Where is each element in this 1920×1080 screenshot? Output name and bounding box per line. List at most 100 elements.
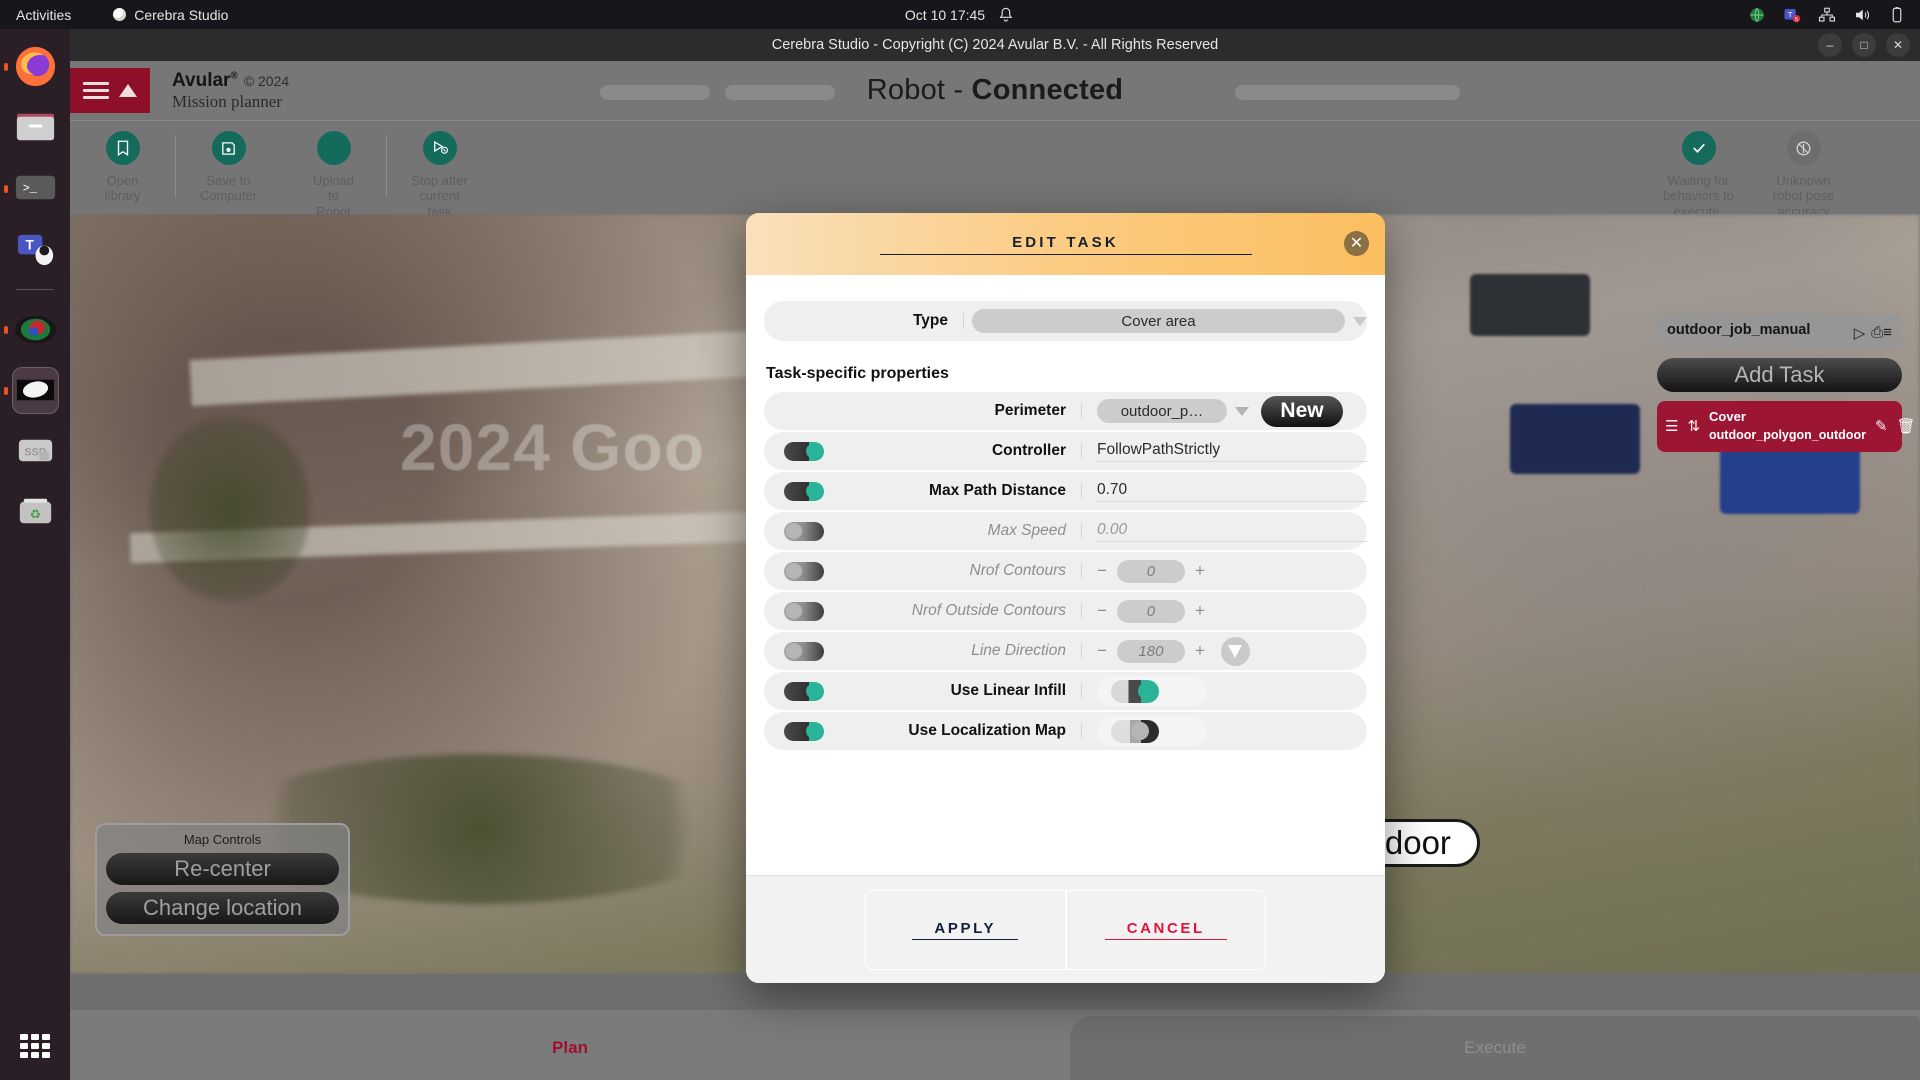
perimeter-select[interactable]: outdoor_p… <box>1097 399 1227 423</box>
decrement-button[interactable]: − <box>1097 641 1107 661</box>
battery-icon[interactable] <box>1888 6 1906 24</box>
task-specific-properties-heading: Task-specific properties <box>766 365 949 382</box>
firefox-icon <box>15 46 55 87</box>
row-perimeter: Perimeter outdoor_p… New <box>764 392 1367 430</box>
decrement-button[interactable]: − <box>1097 601 1107 621</box>
ssd-drive-icon: SSD <box>18 439 52 462</box>
max-speed-value-cell: 0.00 <box>1082 521 1367 542</box>
svg-text:T: T <box>1788 9 1793 18</box>
dock-item-media-player[interactable] <box>3 367 59 414</box>
max-path-distance-enable-toggle[interactable] <box>784 481 824 501</box>
volume-icon[interactable] <box>1853 6 1871 24</box>
ubuntu-dock: >_ T SSD ♻ <box>0 29 70 1080</box>
svg-text:T: T <box>25 238 34 253</box>
dialog-footer: APPLY CANCEL <box>746 875 1385 983</box>
nrof-contours-value[interactable]: 0 <box>1116 559 1185 583</box>
increment-button[interactable]: + <box>1195 561 1205 581</box>
chevron-down-icon[interactable] <box>1353 316 1367 326</box>
max-path-distance-toggle-cell <box>764 481 844 501</box>
line-direction-label: Line Direction <box>844 643 1082 659</box>
trash-icon: ♻ <box>19 498 51 524</box>
nrof-contours-label: Nrof Contours <box>844 563 1082 579</box>
running-indicator-icon <box>3 325 8 334</box>
line-direction-value-cell: − 180 + <box>1082 636 1367 666</box>
line-direction-enable-toggle[interactable] <box>784 641 824 661</box>
nrof-outside-contours-enable-toggle[interactable] <box>784 601 824 621</box>
system-tray[interactable]: T 5 <box>1748 6 1906 24</box>
grid-dot <box>31 1052 39 1058</box>
clock-area[interactable]: Oct 10 17:45 <box>905 6 1015 24</box>
use-linear-infill-label: Use Linear Infill <box>844 683 1082 699</box>
grid-dot <box>42 1043 50 1049</box>
increment-button[interactable]: + <box>1195 601 1205 621</box>
file-manager-icon <box>16 113 54 141</box>
grid-dot <box>31 1043 39 1049</box>
type-select[interactable]: Cover area <box>972 309 1345 333</box>
activities-button[interactable]: Activities <box>16 7 71 23</box>
use-localization-map-value-cell <box>1082 716 1367 746</box>
running-indicator-icon <box>3 62 8 71</box>
close-icon[interactable]: ✕ <box>1344 231 1369 256</box>
chevron-down-icon[interactable] <box>1235 406 1249 416</box>
controller-label: Controller <box>844 443 1082 459</box>
show-applications-button[interactable] <box>20 1034 50 1058</box>
nrof-outside-contours-value[interactable]: 0 <box>1116 599 1185 623</box>
dock-item-firefox[interactable] <box>3 43 59 90</box>
use-localization-map-switch-wrap <box>1097 716 1207 746</box>
type-value-cell: Cover area <box>964 309 1367 333</box>
network-icon[interactable] <box>1818 6 1836 24</box>
grid-dot <box>42 1034 50 1040</box>
max-speed-enable-toggle[interactable] <box>784 521 824 541</box>
apply-button[interactable]: APPLY <box>865 889 1066 970</box>
line-direction-toggle-cell <box>764 641 844 661</box>
use-linear-infill-value-cell <box>1082 676 1367 706</box>
use-linear-infill-switch[interactable] <box>1111 679 1159 703</box>
dock-item-ssd[interactable]: SSD <box>12 428 59 475</box>
use-localization-map-toggle-cell <box>764 721 844 741</box>
decrement-button[interactable]: − <box>1097 561 1107 581</box>
line-direction-value[interactable]: 180 <box>1116 639 1185 663</box>
active-app-name: Cerebra Studio <box>134 6 229 23</box>
max-path-distance-label: Max Path Distance <box>844 483 1082 499</box>
use-localization-map-enable-toggle[interactable] <box>784 721 824 741</box>
dock-item-terminal[interactable]: >_ <box>3 165 59 212</box>
cancel-button[interactable]: CANCEL <box>1065 889 1266 970</box>
controller-input[interactable]: FollowPathStrictly <box>1097 441 1367 462</box>
grid-dot <box>31 1034 39 1040</box>
controller-value-cell: FollowPathStrictly <box>1082 441 1367 462</box>
direction-dial-icon[interactable] <box>1220 636 1250 666</box>
app-indicator-icon <box>113 8 127 21</box>
grid-dot <box>20 1043 28 1049</box>
controller-enable-toggle[interactable] <box>784 441 824 461</box>
dock-item-cerebra-globe[interactable] <box>3 306 59 353</box>
running-indicator-icon <box>3 184 8 193</box>
new-perimeter-button[interactable]: New <box>1261 395 1343 427</box>
use-localization-map-switch[interactable] <box>1111 719 1159 743</box>
perimeter-label: Perimeter <box>844 403 1082 419</box>
dialog-body: Type Cover area Task-specific properties… <box>746 275 1385 875</box>
grid-dot <box>20 1034 28 1040</box>
line-direction-stepper: − 180 + <box>1097 639 1205 663</box>
use-linear-infill-enable-toggle[interactable] <box>784 681 824 701</box>
row-use-localization-map: Use Localization Map <box>764 712 1367 750</box>
perimeter-value-cell: outdoor_p… New <box>1082 395 1367 427</box>
max-path-distance-input[interactable]: 0.70 <box>1097 481 1367 502</box>
nrof-contours-enable-toggle[interactable] <box>784 561 824 581</box>
teams-icon[interactable]: T 5 <box>1783 6 1801 24</box>
dock-item-teams[interactable]: T <box>12 226 59 273</box>
max-speed-toggle-cell <box>764 521 844 541</box>
max-speed-input[interactable]: 0.00 <box>1097 521 1367 542</box>
gnome-top-bar: Activities Cerebra Studio Oct 10 17:45 T… <box>0 0 1920 29</box>
dock-item-trash[interactable]: ♻ <box>12 489 59 536</box>
row-controller: Controller FollowPathStrictly <box>764 432 1367 470</box>
nrof-outside-contours-value-cell: − 0 + <box>1082 599 1367 623</box>
increment-button[interactable]: + <box>1195 641 1205 661</box>
window-list-item[interactable]: Cerebra Studio <box>113 7 228 23</box>
running-indicator-icon <box>3 386 8 395</box>
cerebra-studio-window: Cerebra Studio - Copyright (C) 2024 Avul… <box>70 29 1920 1080</box>
grid-dot <box>42 1052 50 1058</box>
globe-icon[interactable] <box>1748 6 1766 24</box>
max-path-distance-value-cell: 0.70 <box>1082 481 1367 502</box>
dock-item-files[interactable] <box>12 104 59 151</box>
type-label: Type <box>764 313 964 329</box>
